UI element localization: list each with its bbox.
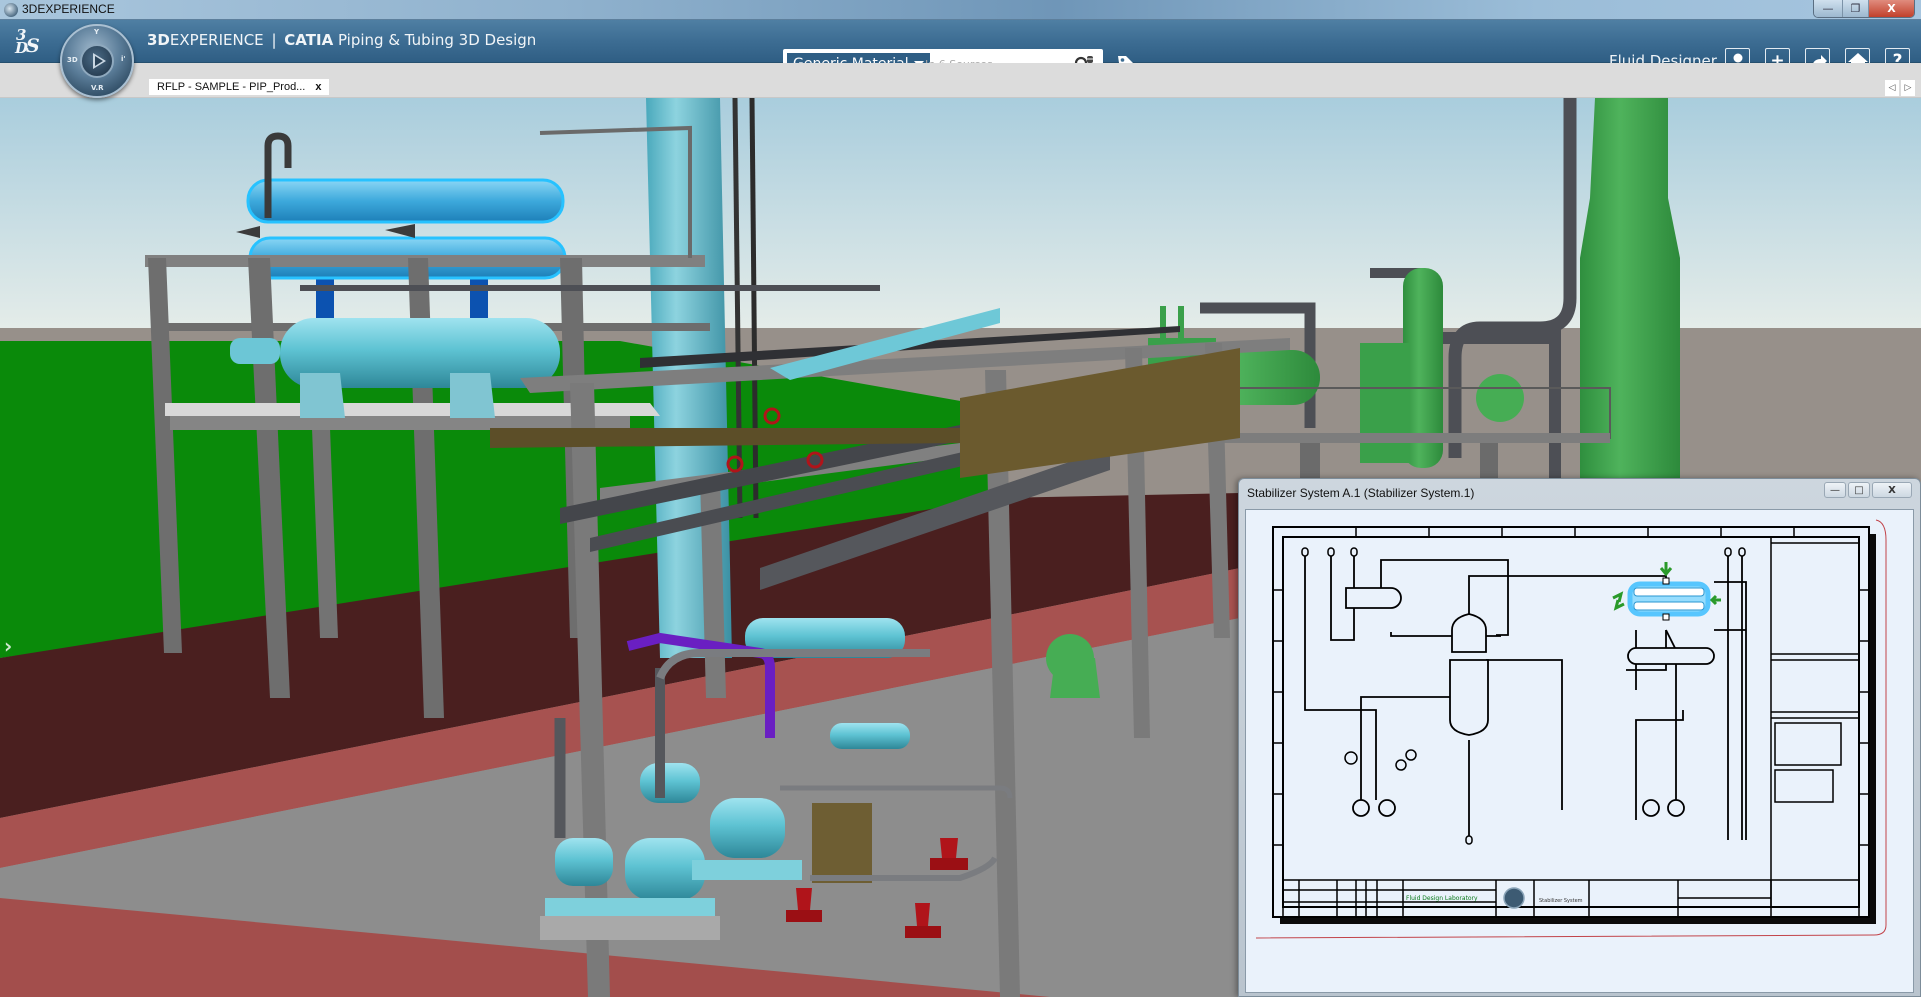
stabilizer-column [1449,659,1489,736]
stabilizer-top [1451,613,1487,653]
compass-3d-label[interactable]: 3D [67,56,78,64]
title-block-company: Fluid Design Laboratory [1406,895,1478,902]
title-module: Piping & Tubing 3D Design [337,31,537,49]
compass-vr-label[interactable]: V.R [91,84,104,92]
stabilizer-exchanger [1627,647,1715,665]
compass-top-label: Y [94,28,100,36]
compass-right-label: i' [121,55,126,63]
pipe-support [940,838,958,858]
pump [1378,799,1396,817]
compass-widget[interactable]: Y 3D i' V.R [60,24,134,98]
reflux-drum [1345,587,1402,609]
pump-motor [710,798,785,858]
minimize-button[interactable]: — [1814,0,1842,17]
vessel-saddle [300,373,345,418]
schematic-window-controls: — □ X [1824,482,1912,498]
schematic-close-button[interactable]: X [1872,482,1912,498]
pipe-support-base [905,926,941,938]
cyan-pump [830,723,910,749]
app-root: 3DEXPERIENCE — ❐ X 3 D S 3DEXPERIENCE | … [0,0,1921,997]
os-titlebar: 3DEXPERIENCE — ❐ X [0,0,1921,20]
vessel-saddle [450,373,495,418]
green-vessel [1360,343,1410,463]
title-block-title: Stabilizer System [1539,898,1583,904]
pump-base [545,898,715,918]
steel-beam [170,416,630,430]
compass-play-button[interactable] [80,44,114,78]
ds-logo-icon[interactable]: 3 D S [14,26,48,62]
company-logo-icon [1503,887,1525,909]
app-window-icon [4,3,18,17]
document-tab-label: RFLP - SAMPLE - PIP_Prod... [157,81,306,93]
pump-plinth [540,916,720,940]
green-tower [1580,98,1680,518]
green-nozzle [1178,306,1184,338]
expand-panel-icon[interactable]: › [4,634,18,658]
schematic-minimize-button[interactable]: — [1824,482,1846,498]
pid-drawing[interactable]: Fluid Design Laboratory Stabilizer Syste… [1246,510,1913,992]
pump-motor [555,838,613,886]
close-button[interactable]: X [1868,0,1914,17]
restore-button[interactable]: ❐ [1842,0,1868,17]
title-app: CATIA [284,31,334,49]
pump [1352,799,1370,817]
app-header: 3 D S 3DEXPERIENCE | CATIA Piping & Tubi… [0,20,1921,79]
close-tab-icon[interactable]: x [315,81,321,93]
schematic-maximize-button[interactable]: □ [1848,482,1870,498]
pipe-support [915,903,930,926]
app-title: 3DEXPERIENCE | CATIA Piping & Tubing 3D … [147,31,536,49]
pump-motor [640,763,700,803]
document-tab[interactable]: RFLP - SAMPLE - PIP_Prod... x [149,79,330,95]
schematic-canvas[interactable]: Fluid Design Laboratory Stabilizer Syste… [1245,509,1914,993]
title-brand: 3D [147,31,170,49]
title-experience: EXPERIENCE [169,31,264,49]
title-separator: | [271,31,277,49]
vessel-nozzle [230,338,280,364]
tab-next-button[interactable]: ▷ [1901,80,1915,96]
pump [1642,799,1660,817]
pipe-support-base [930,858,968,870]
pipe-support [796,888,812,910]
play-icon [93,53,106,69]
pipe-support-base [786,910,822,922]
schematic-window-title: Stabilizer System A.1 (Stabilizer System… [1247,486,1475,500]
pump [1667,799,1685,817]
pump-base [692,860,802,880]
hx-shell-upper[interactable] [246,178,565,224]
window-controls: — ❐ X [1813,0,1915,18]
os-window-title: 3DEXPERIENCE [22,2,115,16]
tab-strip: RFLP - SAMPLE - PIP_Prod... x [0,63,1921,98]
sheet-border [1272,526,1870,918]
green-vessel [1050,658,1100,698]
equipment-box [812,803,872,883]
green-sphere [1476,374,1524,422]
svg-text:S: S [26,35,39,56]
tab-prev-button[interactable]: ◁ [1885,80,1899,96]
ds-logo-glyph: 3 D S [14,26,41,57]
schematic-window[interactable]: Stabilizer System A.1 (Stabilizer System… [1238,478,1921,997]
